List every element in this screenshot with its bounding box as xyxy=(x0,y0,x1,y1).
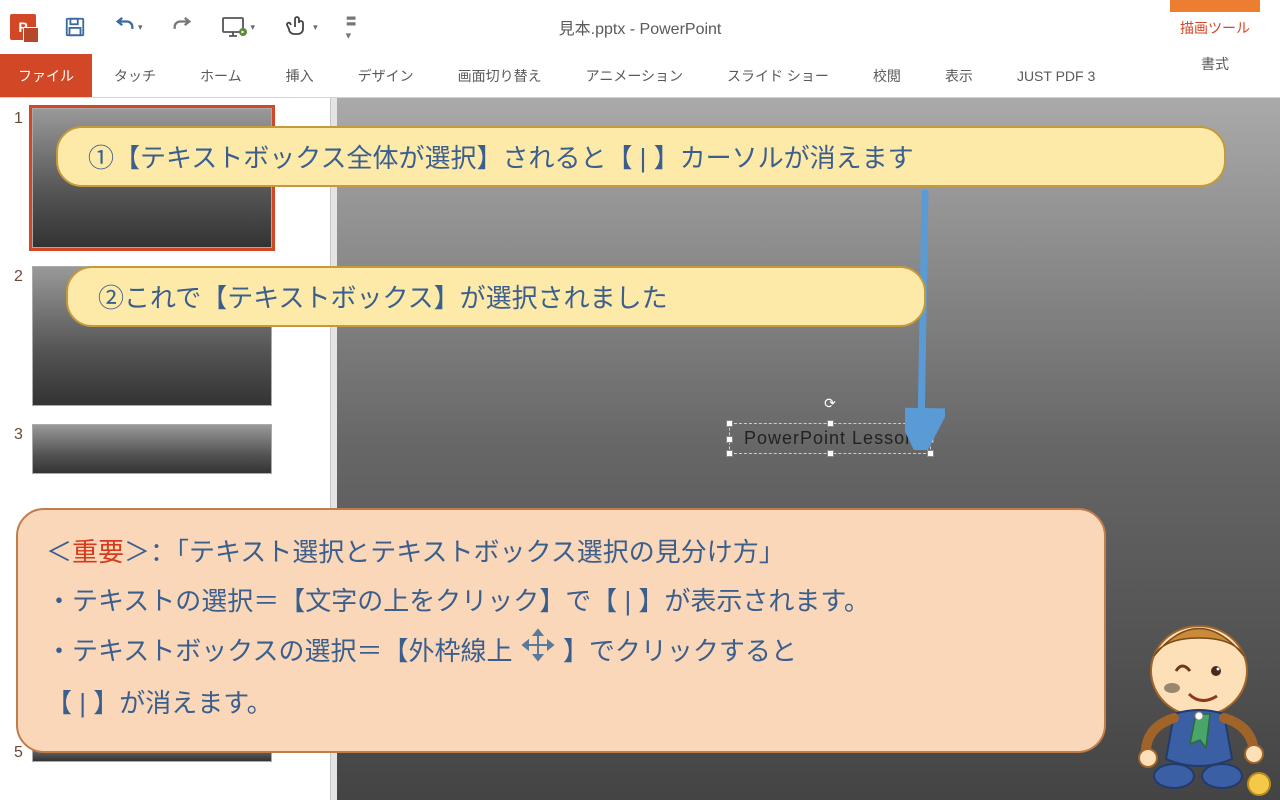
tab-review[interactable]: 校閲 xyxy=(851,54,923,97)
tab-slideshow[interactable]: スライド ショー xyxy=(705,54,851,97)
drawing-tools-tab-group: 描画ツール xyxy=(1170,0,1260,38)
important-title: ＞：「テキスト選択とテキストボックス選択の見分け方」 xyxy=(124,537,785,567)
important-line-2b: 】でクリックすると xyxy=(563,636,797,666)
undo-button[interactable]: ▾ xyxy=(114,16,143,38)
title-bar: P ▾ ▾ ▾ 〓▾ 見本.pptx - PowerPoint 描画ツール xyxy=(0,0,1280,54)
tab-design[interactable]: デザイン xyxy=(336,54,436,97)
annotation-important-box: ＜重要＞：「テキスト選択とテキストボックス選択の見分け方」 ・テキストの選択＝【… xyxy=(16,508,1106,753)
thumbnail-number: 1 xyxy=(14,108,32,128)
selected-textbox[interactable]: ⟳ PowerPoint Lesson xyxy=(729,423,931,454)
resize-handle[interactable] xyxy=(927,450,934,457)
textbox-content[interactable]: PowerPoint Lesson xyxy=(744,428,916,448)
annotation-callout-1: ①【テキストボックス全体が選択】されると【 | 】カーソルが消えます xyxy=(56,126,1226,187)
tab-insert[interactable]: 挿入 xyxy=(264,54,336,97)
resize-handle[interactable] xyxy=(726,450,733,457)
resize-handle[interactable] xyxy=(827,420,834,427)
resize-handle[interactable] xyxy=(726,420,733,427)
tab-transition[interactable]: 画面切り替え xyxy=(436,54,564,97)
app-icon: P xyxy=(10,14,36,40)
mascot-character-icon xyxy=(1104,616,1274,796)
qat-customize-button[interactable]: 〓▾ xyxy=(346,13,357,42)
important-line-1: ・テキストの選択＝【文字の上をクリック】で【 | 】が表示されます。 xyxy=(46,577,1076,626)
thumbnail-row: 3 xyxy=(0,424,330,474)
save-button[interactable] xyxy=(64,16,86,38)
redo-button[interactable] xyxy=(171,16,193,38)
important-line-2a: ・テキストボックスの選択＝【外枠線上 xyxy=(46,636,512,666)
annotation-callout-2: ②これで【テキストボックス】が選択されました xyxy=(66,266,926,327)
thumbnail-number: 2 xyxy=(14,266,32,286)
move-cursor-icon xyxy=(520,627,556,679)
resize-handle[interactable] xyxy=(726,436,733,443)
slideshow-button[interactable]: ▾ xyxy=(221,15,256,39)
tab-view[interactable]: 表示 xyxy=(923,54,995,97)
tab-touch[interactable]: タッチ xyxy=(92,54,178,97)
important-prefix: ＜ xyxy=(46,537,72,567)
tab-animation[interactable]: アニメーション xyxy=(564,54,705,97)
tab-justpdf[interactable]: JUST PDF 3 xyxy=(995,54,1117,97)
important-line-3: 【 | 】が消えます。 xyxy=(46,679,1076,728)
thumbnail-number: 3 xyxy=(14,424,32,444)
rotate-handle-icon[interactable]: ⟳ xyxy=(824,395,836,412)
touch-mode-button[interactable]: ▾ xyxy=(283,15,318,39)
tab-file[interactable]: ファイル xyxy=(0,54,92,97)
resize-handle[interactable] xyxy=(827,450,834,457)
slide-thumbnail-3[interactable] xyxy=(32,424,272,474)
tab-home[interactable]: ホーム xyxy=(178,54,264,97)
tab-format[interactable]: 書式 xyxy=(1170,54,1260,74)
quick-access-toolbar: P ▾ ▾ ▾ 〓▾ xyxy=(10,13,357,42)
drawing-tools-label: 描画ツール xyxy=(1170,12,1260,38)
important-label: 重要 xyxy=(72,537,124,567)
document-title: 見本.pptx - PowerPoint xyxy=(559,15,722,39)
ribbon-tabs: ファイル タッチ ホーム 挿入 デザイン 画面切り替え アニメーション スライド… xyxy=(0,54,1280,98)
